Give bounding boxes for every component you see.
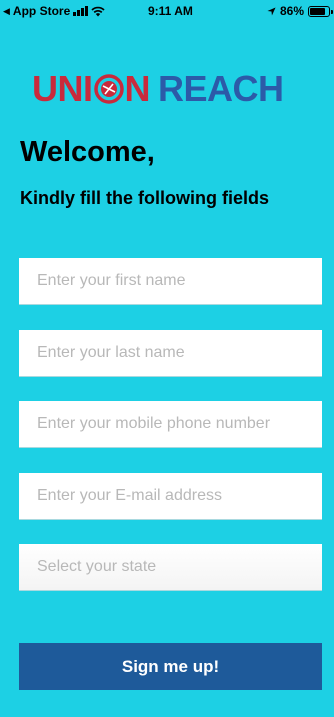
location-arrow-icon xyxy=(267,6,276,16)
status-bar: ◀ App Store 9:11 AM 86% xyxy=(0,0,334,22)
union-reach-logo: UNI N REACH xyxy=(32,68,284,110)
logo-text-n: N xyxy=(124,68,151,109)
state-select-placeholder: Select your state xyxy=(37,558,157,575)
battery-fill xyxy=(310,7,326,15)
sign-up-button[interactable]: Sign me up! xyxy=(19,643,322,690)
status-left[interactable]: ◀ App Store xyxy=(3,4,105,18)
wifi-icon xyxy=(91,6,105,16)
battery-percent: 86% xyxy=(279,4,304,18)
signal-icon xyxy=(73,6,89,16)
back-app-label: App Store xyxy=(12,4,71,18)
page-subtitle: Kindly fill the following fields xyxy=(20,188,269,208)
phone-input[interactable] xyxy=(19,401,322,448)
last-name-input[interactable] xyxy=(19,330,322,377)
status-right: 86% xyxy=(267,4,333,18)
globe-icon xyxy=(93,74,124,104)
clock: 9:11 AM xyxy=(148,4,193,18)
email-input[interactable] xyxy=(19,473,322,520)
back-arrow-icon: ◀ xyxy=(3,5,10,16)
first-name-input[interactable] xyxy=(19,258,322,305)
logo-text-reach: REACH xyxy=(158,68,284,109)
battery-icon xyxy=(308,5,333,17)
page-title: Welcome, xyxy=(20,136,155,168)
state-select[interactable]: Select your state xyxy=(19,544,322,591)
logo-text-uni: UNI xyxy=(32,68,93,109)
